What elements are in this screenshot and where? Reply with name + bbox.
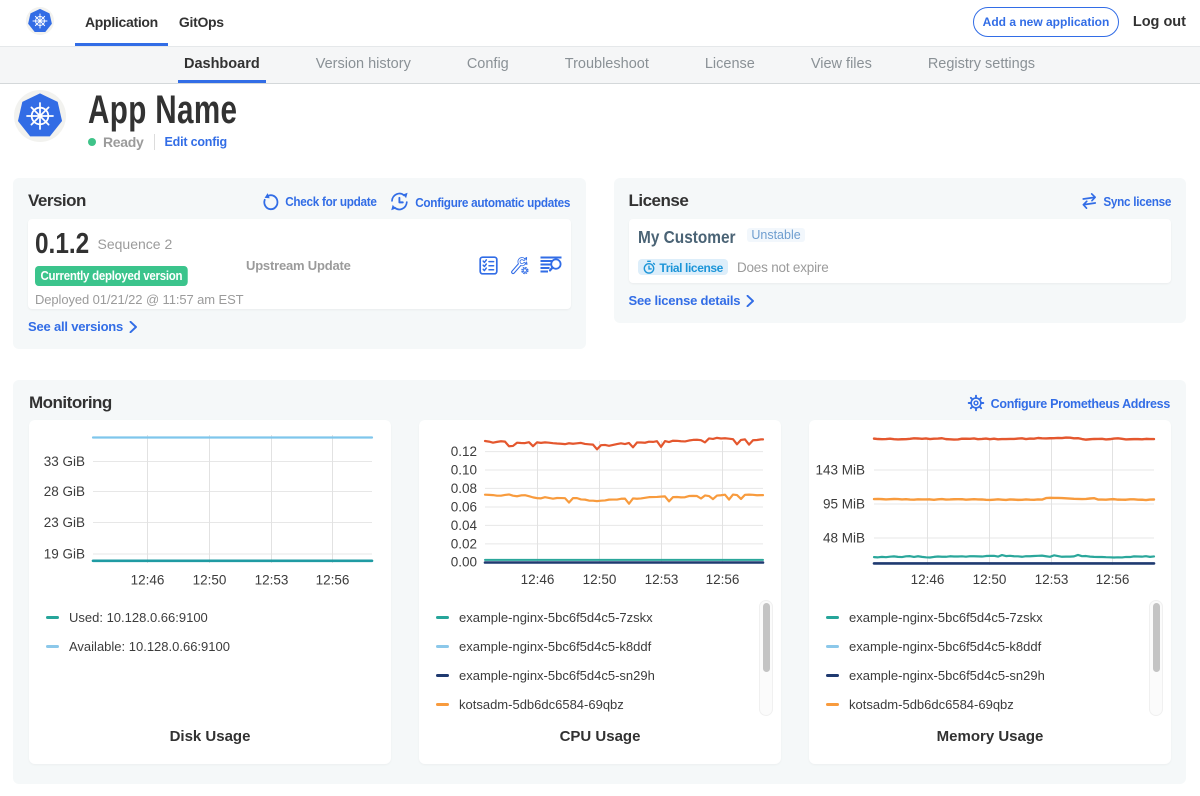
svg-text:0.06: 0.06 xyxy=(451,500,477,515)
svg-text:0.10: 0.10 xyxy=(451,463,477,478)
svg-text:0.00: 0.00 xyxy=(451,555,477,570)
svg-text:0.02: 0.02 xyxy=(451,536,477,551)
svg-text:12:50: 12:50 xyxy=(973,572,1007,587)
svg-text:95 MiB: 95 MiB xyxy=(823,497,865,512)
svg-text:12:53: 12:53 xyxy=(255,573,289,588)
svg-text:12:50: 12:50 xyxy=(193,573,227,588)
svg-text:12:46: 12:46 xyxy=(911,572,945,587)
svg-text:0.04: 0.04 xyxy=(451,518,478,533)
svg-text:0.12: 0.12 xyxy=(451,444,477,459)
svg-text:143 MiB: 143 MiB xyxy=(815,463,865,478)
svg-text:12:50: 12:50 xyxy=(583,572,617,587)
svg-text:0.08: 0.08 xyxy=(451,481,477,496)
svg-text:19 GiB: 19 GiB xyxy=(44,547,85,562)
svg-text:48 MiB: 48 MiB xyxy=(823,531,865,546)
svg-text:28 GiB: 28 GiB xyxy=(44,484,85,499)
svg-text:23 GiB: 23 GiB xyxy=(44,515,85,530)
svg-text:12:46: 12:46 xyxy=(521,572,555,587)
svg-text:12:46: 12:46 xyxy=(131,573,165,588)
svg-text:12:56: 12:56 xyxy=(1096,572,1130,587)
svg-text:12:53: 12:53 xyxy=(1035,572,1069,587)
svg-text:12:53: 12:53 xyxy=(645,572,679,587)
svg-text:12:56: 12:56 xyxy=(316,573,350,588)
svg-text:12:56: 12:56 xyxy=(706,572,740,587)
svg-text:33 GiB: 33 GiB xyxy=(44,454,85,469)
